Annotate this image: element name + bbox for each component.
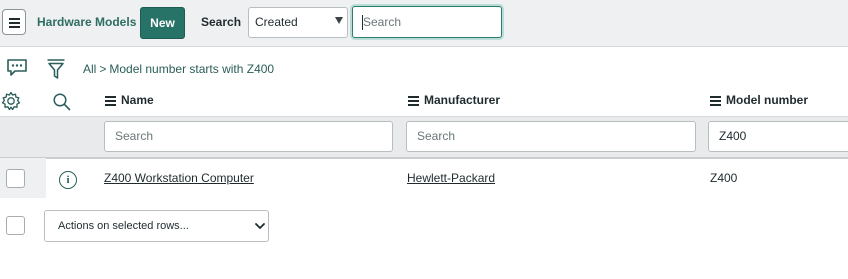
new-button[interactable]: New	[140, 7, 185, 39]
search-field-value: Created	[255, 15, 298, 29]
menu-button[interactable]	[2, 9, 26, 35]
breadcrumb: All > Model number starts with Z400	[83, 62, 274, 76]
search-placeholder: Search	[363, 15, 402, 29]
column-header-manufacturer[interactable]: Manufacturer	[408, 93, 500, 107]
column-label-model-number[interactable]: Model number	[726, 93, 808, 107]
menu-icon	[9, 18, 20, 20]
cell-model-number: Z400	[710, 171, 738, 185]
breadcrumb-condition[interactable]: Model number starts with Z400	[109, 62, 274, 76]
column-menu-icon[interactable]	[105, 95, 116, 106]
gear-icon[interactable]	[1, 91, 21, 111]
info-icon[interactable]: i	[59, 171, 77, 189]
breadcrumb-all[interactable]: All	[83, 62, 96, 76]
column-header-model-number[interactable]: Model number	[710, 93, 808, 107]
manufacturer-search-input[interactable]: Search	[406, 121, 696, 152]
cell-name[interactable]: Z400 Workstation Computer	[104, 171, 254, 185]
column-menu-icon[interactable]	[408, 95, 419, 106]
filter-icon[interactable]	[46, 58, 66, 80]
cell-manufacturer[interactable]: Hewlett-Packard	[407, 171, 495, 185]
column-menu-icon[interactable]	[710, 95, 721, 106]
breadcrumb-separator: >	[99, 62, 107, 76]
actions-select[interactable]: Actions on selected rows...	[44, 210, 269, 242]
column-header-name[interactable]: Name	[105, 93, 154, 107]
actions-select-value: Actions on selected rows...	[58, 220, 189, 232]
search-input[interactable]: Search	[352, 6, 502, 38]
search-icon[interactable]	[52, 92, 72, 112]
name-search-input[interactable]: Search	[104, 121, 393, 152]
row-checkbox[interactable]	[6, 169, 25, 188]
search-field-select[interactable]: Created	[248, 7, 348, 38]
chevron-down-icon	[255, 223, 265, 229]
select-all-checkbox[interactable]	[6, 216, 25, 235]
list-title[interactable]: Hardware Models	[37, 15, 136, 29]
column-label-name[interactable]: Name	[121, 93, 154, 107]
chat-icon[interactable]	[6, 58, 28, 78]
column-label-manufacturer[interactable]: Manufacturer	[424, 93, 500, 107]
search-label: Search	[201, 15, 242, 29]
dropdown-arrow-icon	[335, 17, 343, 24]
model-number-search-input[interactable]: Z400	[708, 121, 848, 152]
